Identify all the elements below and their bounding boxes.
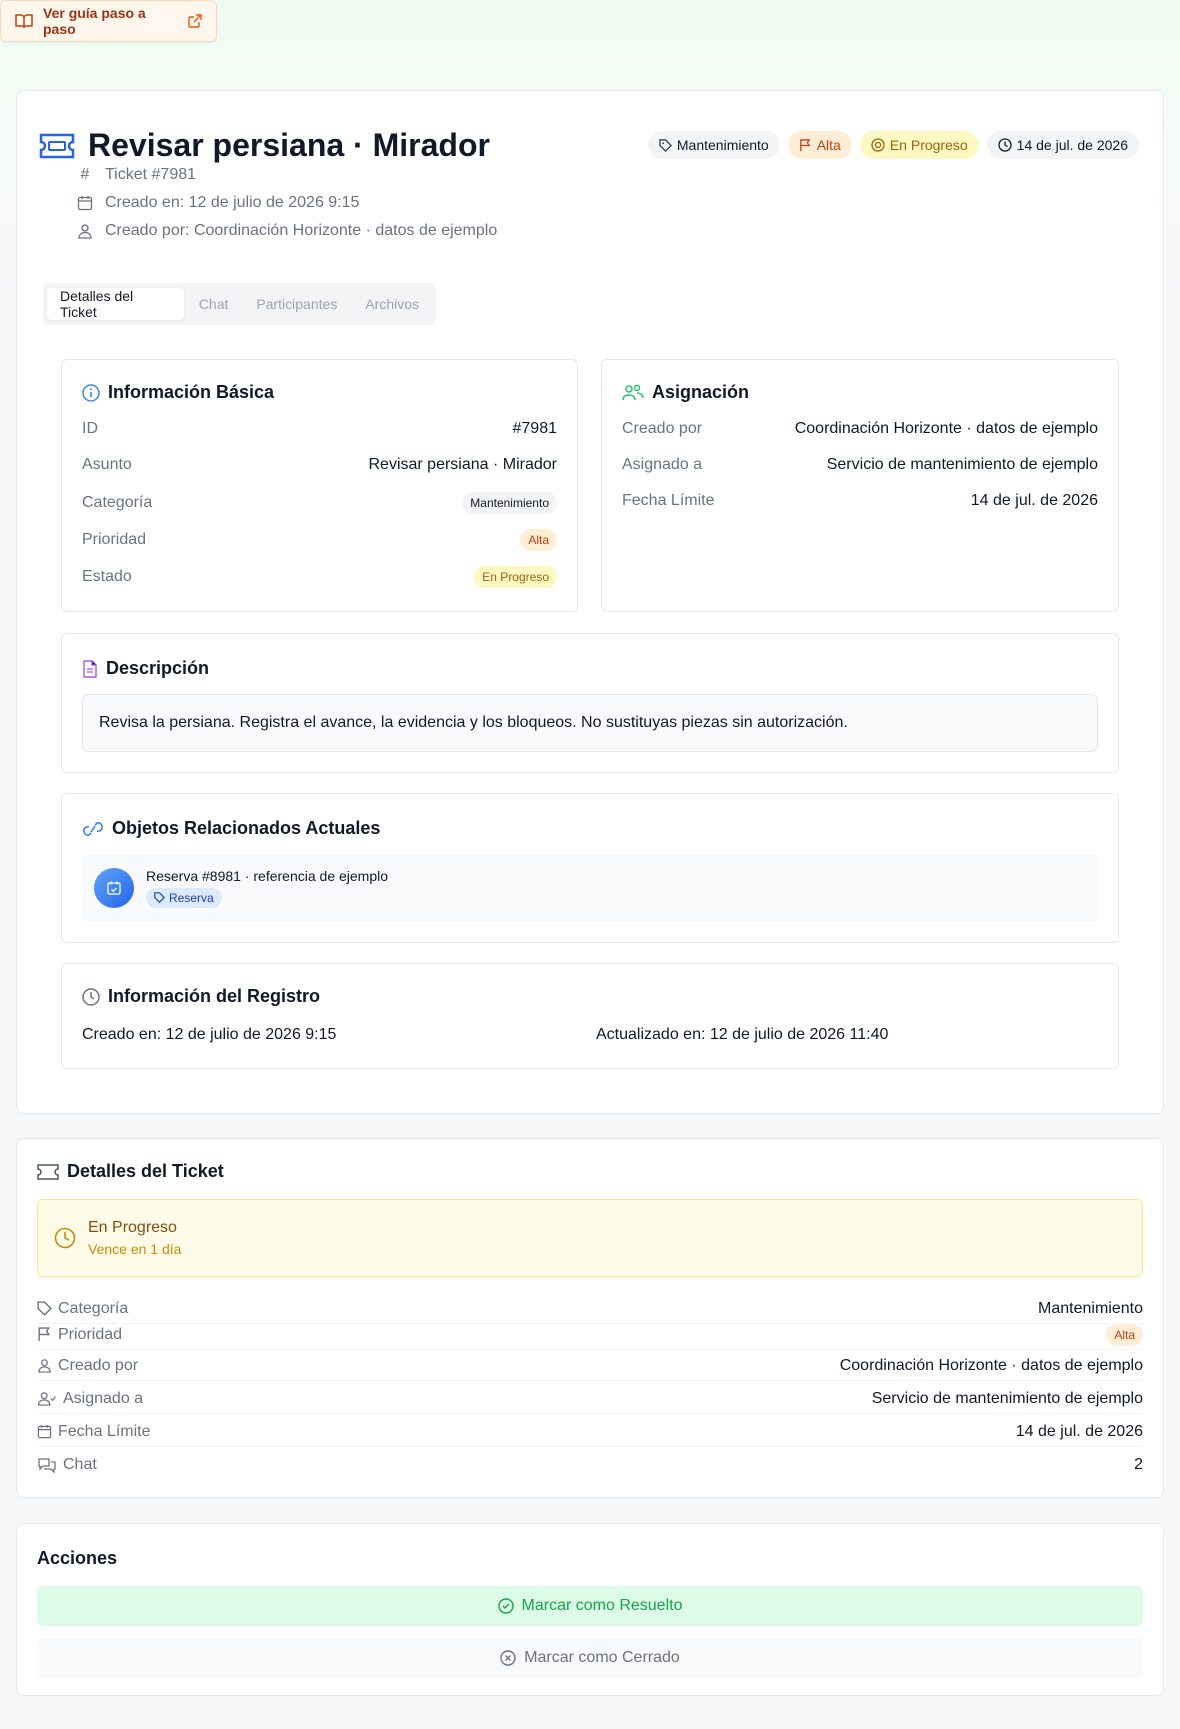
related-item-label: Reserva #8981 · referencia de ejemplo xyxy=(146,867,389,884)
reservation-avatar xyxy=(94,868,134,908)
check-circle-icon xyxy=(497,1598,514,1614)
hash-icon: # xyxy=(80,166,90,183)
ticket-details-card: Detalles del Ticket En Progreso Vence en… xyxy=(16,1138,1164,1498)
link-icon xyxy=(83,821,103,836)
category-badge: Mantenimiento xyxy=(462,492,557,514)
status-banner-text: En Progreso xyxy=(88,1219,177,1236)
status-banner-due: Vence en 1 día xyxy=(88,1241,182,1257)
info-row-priority: Prioridad Alta xyxy=(82,529,557,551)
assign-row-created-by: Creado por Coordinación Horizonte · datos… xyxy=(622,420,1098,437)
info-icon xyxy=(82,383,100,402)
ticket-meta: # Ticket #7981 Creado en: 12 de julio de… xyxy=(75,161,497,245)
info-row-subject: Asunto Revisar persiana · Mirador xyxy=(82,456,557,473)
category-chip: Mantenimiento xyxy=(647,131,780,159)
document-icon xyxy=(83,659,97,678)
meta-created-by: Creado por: Coordinación Horizonte · dat… xyxy=(75,217,497,245)
detail-row-chat: Chat 2 xyxy=(37,1450,1143,1480)
ticket-main-card: Revisar persiana · Mirador Mantenimiento… xyxy=(16,90,1164,1114)
status-banner: En Progreso Vence en 1 día xyxy=(37,1199,1143,1277)
tab-chat[interactable]: Chat xyxy=(186,288,242,320)
basic-info-card: Información Básica ID #7981 Asunto Revisar… xyxy=(61,359,578,612)
assignment-card: Asignación Creado por Coordinación Horizo… xyxy=(601,359,1119,612)
detail-row-created-by: Creado por Coordinación Horizonte · dato… xyxy=(37,1351,1143,1381)
ticket-icon xyxy=(39,133,75,159)
user-icon xyxy=(78,224,92,239)
flag-icon xyxy=(38,1327,51,1341)
tag-icon xyxy=(154,892,165,904)
ticket-tabs: Detalles del Ticket Chat Participantes A… xyxy=(43,283,436,325)
info-row-id: ID #7981 xyxy=(82,420,557,437)
meta-ticket-id: # Ticket #7981 xyxy=(75,161,497,189)
description-card: Descripción Revisa la persiana. Registra… xyxy=(61,633,1119,773)
guide-button-label: Ver guía paso a paso xyxy=(43,5,146,37)
clock-icon xyxy=(54,1227,76,1249)
basic-info-title: Información Básica xyxy=(108,382,275,402)
actions-title: Acciones xyxy=(37,1548,118,1568)
description-title: Descripción xyxy=(106,658,210,678)
detail-row-due-date: Fecha Límite 14 de jul. de 2026 xyxy=(37,1417,1143,1447)
assignment-title: Asignación xyxy=(652,382,750,402)
calendar-icon xyxy=(37,1424,52,1439)
user-check-icon xyxy=(37,1392,56,1406)
registry-title: Información del Registro xyxy=(108,986,321,1006)
tab-details[interactable]: Detalles del Ticket xyxy=(47,288,184,320)
assign-row-assigned-to: Asignado a Servicio de mantenimiento de e… xyxy=(622,456,1098,473)
priority-chip: Alta xyxy=(787,131,852,159)
info-row-category: Categoría Mantenimiento xyxy=(82,492,557,514)
users-icon xyxy=(622,384,644,400)
due-date-chip: 14 de jul. de 2026 xyxy=(986,131,1139,159)
registry-created: Creado en: 12 de julio de 2026 9:15 xyxy=(82,1026,337,1043)
related-objects-title: Objetos Relacionados Actuales xyxy=(112,818,381,838)
status-badge: En Progreso xyxy=(474,566,557,588)
registry-updated: Actualizado en: 12 de julio de 2026 11:4… xyxy=(596,1026,889,1043)
tag-icon xyxy=(659,138,672,152)
mark-closed-button[interactable]: Marcar como Cerrado xyxy=(37,1638,1143,1678)
details-title: Detalles del Ticket xyxy=(67,1161,224,1181)
guide-button[interactable]: Ver guía paso a paso xyxy=(0,0,217,42)
tag-icon xyxy=(37,1301,52,1316)
clock-icon xyxy=(82,987,100,1006)
priority-badge: Alta xyxy=(520,529,557,551)
tab-participants[interactable]: Participantes xyxy=(243,288,350,320)
progress-icon xyxy=(871,138,885,152)
header-chips: Mantenimiento Alta En Progreso 14 de jul… xyxy=(647,131,1139,159)
flag-icon xyxy=(799,138,811,151)
chat-icon xyxy=(38,1458,56,1473)
ticket-icon xyxy=(37,1163,59,1180)
external-link-icon xyxy=(188,14,202,28)
calendar-icon xyxy=(77,196,93,211)
clock-icon xyxy=(998,138,1012,152)
actions-card: Acciones Marcar como Resuelto Marcar com… xyxy=(16,1523,1164,1696)
assign-row-due-date: Fecha Límite 14 de jul. de 2026 xyxy=(622,492,1098,509)
user-icon xyxy=(38,1359,51,1373)
meta-created-at: Creado en: 12 de julio de 2026 9:15 xyxy=(75,189,497,217)
related-objects-card: Objetos Relacionados Actuales Reserva #8… xyxy=(61,793,1119,943)
priority-badge: Alta xyxy=(1106,1323,1143,1346)
detail-row-priority: Prioridad Alta xyxy=(37,1320,1143,1350)
description-text: Revisa la persiana. Registra el avance, … xyxy=(82,694,1098,752)
registry-card: Información del Registro Creado en: 12 d… xyxy=(61,963,1119,1069)
info-row-status: Estado En Progreso xyxy=(82,566,557,588)
detail-row-assigned-to: Asignado a Servicio de mantenimiento de … xyxy=(37,1384,1143,1414)
tab-files[interactable]: Archivos xyxy=(352,288,432,320)
mark-resolved-button[interactable]: Marcar como Resuelto xyxy=(37,1586,1143,1626)
book-icon xyxy=(15,14,33,29)
related-item-tag: Reserva xyxy=(146,887,222,908)
status-chip: En Progreso xyxy=(859,131,979,159)
related-item[interactable]: Reserva #8981 · referencia de ejemplo Re… xyxy=(82,854,1098,922)
page-title: Revisar persiana · Mirador xyxy=(88,127,490,163)
x-circle-icon xyxy=(500,1650,516,1666)
calendar-check-icon xyxy=(107,881,121,895)
